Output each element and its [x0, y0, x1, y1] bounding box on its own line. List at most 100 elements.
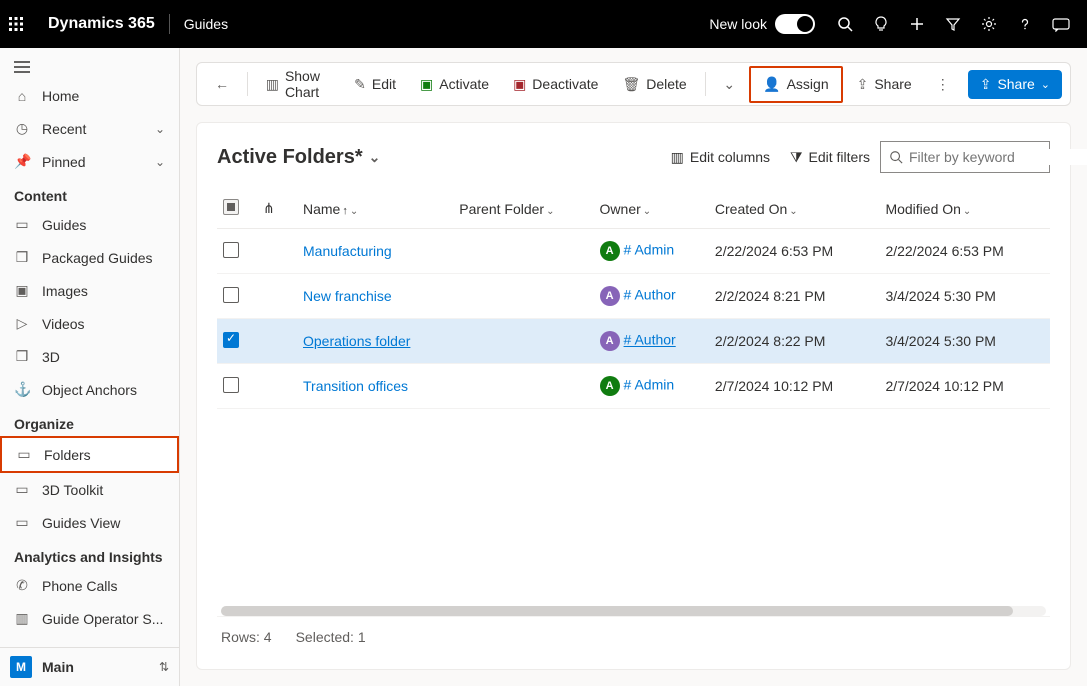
sidebar-item-label: Recent	[42, 121, 86, 137]
table-row[interactable]: New franchiseA# Author2/2/2024 8:21 PM3/…	[217, 274, 1050, 319]
chevron-down-icon: ⌄	[546, 206, 554, 217]
area-label: Main	[42, 659, 74, 675]
row-checkbox[interactable]	[223, 377, 239, 393]
column-name[interactable]: Name↑⌄	[297, 189, 453, 229]
row-count: Rows: 4	[221, 629, 272, 645]
new-look-label: New look	[709, 16, 767, 32]
sidebar-item-toolkit[interactable]: ▭3D Toolkit	[0, 473, 179, 506]
sidebar-item-label: Guide Operator S...	[42, 611, 163, 627]
sidebar-item-images[interactable]: ▣Images	[0, 274, 179, 307]
sidebar-item-anchors[interactable]: ⚓Object Anchors	[0, 373, 179, 406]
search-input[interactable]	[880, 141, 1050, 173]
chart-icon: ▥	[266, 76, 279, 93]
sidebar-item-guide-op[interactable]: ▥ Guide Operator S...	[0, 602, 179, 635]
record-link[interactable]: Manufacturing	[303, 243, 392, 259]
row-checkbox[interactable]	[223, 287, 239, 303]
show-chart-button[interactable]: ▥Show Chart	[256, 62, 340, 106]
share-primary-button[interactable]: ⇪Share⌄	[968, 70, 1062, 99]
sidebar-item-label: Folders	[44, 447, 91, 463]
created-cell: 2/22/2024 6:53 PM	[709, 229, 880, 274]
owner-link[interactable]: # Admin	[624, 242, 675, 258]
sidebar-item-guides[interactable]: ▭Guides	[0, 208, 179, 241]
share-icon: ⇪	[980, 76, 992, 93]
column-created[interactable]: Created On⌄	[709, 189, 880, 229]
pencil-icon: ✎	[354, 76, 366, 93]
sidebar-item-3d[interactable]: ❒3D	[0, 340, 179, 373]
row-checkbox[interactable]	[223, 242, 239, 258]
more-button[interactable]: ⋮	[926, 70, 960, 99]
sidebar-item-home[interactable]: ⌂Home	[0, 80, 179, 112]
sidebar-item-label: 3D	[42, 349, 60, 365]
column-parent[interactable]: Parent Folder⌄	[453, 189, 593, 229]
app-launcher-icon[interactable]	[8, 16, 40, 32]
button-label: Edit columns	[690, 149, 770, 165]
share-button[interactable]: ⇪Share	[847, 70, 922, 99]
record-link[interactable]: New franchise	[303, 288, 392, 304]
view-selector[interactable]: Active Folders* ⌄	[217, 146, 380, 169]
app-name[interactable]: Guides	[184, 16, 228, 32]
edit-button[interactable]: ✎Edit	[344, 70, 406, 99]
selected-count: Selected: 1	[296, 629, 366, 645]
deactivate-button[interactable]: ▣Deactivate	[503, 70, 608, 99]
sidebar-area-switcher[interactable]: M Main ⇅	[0, 647, 179, 686]
toggle-switch-icon[interactable]	[775, 14, 815, 34]
row-checkbox[interactable]	[223, 332, 239, 348]
search-field[interactable]	[909, 149, 1087, 165]
clock-icon: ◷	[14, 120, 30, 137]
area-initial: M	[10, 656, 32, 678]
edit-filters-button[interactable]: ⧩Edit filters	[780, 143, 880, 172]
brand-label[interactable]: Dynamics 365	[48, 15, 155, 33]
header-divider	[169, 14, 170, 34]
assign-button[interactable]: 👤Assign	[753, 70, 838, 99]
horizontal-scrollbar[interactable]	[221, 606, 1046, 616]
modified-cell: 2/7/2024 10:12 PM	[879, 364, 1050, 409]
chart-icon: ▥	[14, 610, 30, 627]
assistant-icon[interactable]	[1043, 16, 1079, 32]
new-look-toggle[interactable]: New look	[709, 14, 815, 34]
sidebar-item-packaged[interactable]: ❒Packaged Guides	[0, 241, 179, 274]
gear-icon[interactable]	[971, 16, 1007, 32]
table-row[interactable]: ManufacturingA# Admin2/22/2024 6:53 PM2/…	[217, 229, 1050, 274]
sidebar-item-recent[interactable]: ◷ Recent ⌄	[0, 112, 179, 145]
overflow-chevron[interactable]: ⌄	[713, 70, 745, 99]
table-row[interactable]: Operations folderA# Author2/2/2024 8:22 …	[217, 319, 1050, 364]
owner-link[interactable]: # Author	[624, 287, 676, 303]
sidebar-item-phone[interactable]: ✆Phone Calls	[0, 569, 179, 602]
button-label: Assign	[787, 76, 829, 92]
filter-icon[interactable]	[935, 16, 971, 32]
sidebar-item-label: Videos	[42, 316, 85, 332]
hierarchy-icon[interactable]: ⋔	[263, 200, 275, 216]
scrollbar-thumb[interactable]	[221, 606, 1013, 616]
sidebar-item-label: Phone Calls	[42, 578, 118, 594]
search-icon[interactable]	[827, 16, 863, 32]
activate-button[interactable]: ▣Activate	[410, 70, 499, 99]
pin-icon: 📌	[14, 153, 30, 170]
column-owner[interactable]: Owner⌄	[594, 189, 709, 229]
hamburger-icon[interactable]	[0, 54, 179, 80]
sidebar-item-guides-view[interactable]: ▭Guides View	[0, 506, 179, 539]
edit-columns-button[interactable]: ▥Edit columns	[661, 143, 780, 172]
column-modified[interactable]: Modified On⌄	[879, 189, 1050, 229]
back-button[interactable]: ←	[205, 70, 239, 98]
folder-icon: ▭	[14, 514, 30, 531]
sidebar-item-pinned[interactable]: 📌Pinned⌄	[0, 145, 179, 178]
help-icon[interactable]	[1007, 16, 1043, 32]
arrow-left-icon: ←	[215, 76, 229, 92]
home-icon: ⌂	[14, 88, 30, 104]
plus-icon[interactable]	[899, 16, 935, 32]
select-all-checkbox[interactable]	[223, 199, 239, 215]
sidebar-item-videos[interactable]: ▷Videos	[0, 307, 179, 340]
owner-link[interactable]: # Admin	[624, 377, 675, 393]
created-cell: 2/7/2024 10:12 PM	[709, 364, 880, 409]
delete-button[interactable]: 🗑Delete	[612, 70, 696, 99]
guide-icon: ▭	[14, 216, 30, 233]
chevron-down-icon: ⌄	[155, 122, 165, 136]
lightbulb-icon[interactable]	[863, 16, 899, 32]
sidebar-item-folders[interactable]: ▭ Folders	[0, 436, 179, 473]
avatar: A	[600, 331, 620, 351]
record-link[interactable]: Transition offices	[303, 378, 408, 394]
table-row[interactable]: Transition officesA# Admin2/7/2024 10:12…	[217, 364, 1050, 409]
record-link[interactable]: Operations folder	[303, 333, 410, 349]
folder-icon: ▭	[16, 446, 32, 463]
owner-link[interactable]: # Author	[624, 332, 676, 348]
